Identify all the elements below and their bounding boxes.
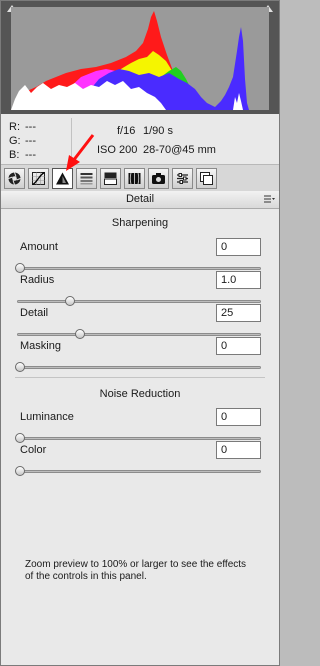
tone-curve-icon	[32, 171, 45, 186]
tab-camera-calibration[interactable]	[148, 168, 169, 189]
color-label: Color	[20, 444, 47, 456]
image-info: R: --- G: --- B: --- f/16 1/90 s ISO 200 28-7…	[1, 114, 279, 165]
tab-lens-corrections[interactable]	[124, 168, 145, 189]
tab-basic[interactable]	[4, 168, 25, 189]
panel-tabs	[1, 164, 279, 193]
tab-tone-curve[interactable]	[28, 168, 49, 189]
color-input[interactable]: 0	[216, 441, 261, 459]
masking-label: Masking	[20, 340, 61, 352]
annotation-arrow-icon	[66, 134, 95, 171]
detail-input[interactable]: 25	[216, 304, 261, 322]
camera-icon	[152, 173, 165, 184]
masking-slider-track[interactable]	[17, 366, 261, 369]
luminance-label: Luminance	[20, 411, 74, 423]
radius-slider-track[interactable]	[17, 300, 261, 303]
masking-control: Masking 0	[1, 337, 279, 379]
iso: ISO 200	[97, 144, 138, 156]
lens-corrections-icon	[128, 172, 141, 185]
detail-panel-window: R: --- G: --- B: --- f/16 1/90 s ISO 200 28-7…	[0, 0, 280, 666]
b-value: ---	[25, 149, 36, 161]
detail-triangle-icon	[56, 172, 69, 185]
radius-label: Radius	[20, 274, 55, 286]
amount-label: Amount	[20, 241, 58, 253]
presets-sliders-icon	[177, 173, 188, 184]
shutter-speed: 1/90 s	[143, 125, 173, 137]
b-label: B:	[9, 149, 20, 161]
noise-reduction-heading: Noise Reduction	[99, 388, 181, 400]
g-label: G:	[9, 135, 21, 147]
color-slider-track[interactable]	[17, 470, 261, 473]
amount-slider-track[interactable]	[17, 267, 261, 270]
panel-menu-icon[interactable]	[263, 195, 275, 204]
zoom-preview-note: Zoom preview to 100% or larger to see th…	[25, 559, 247, 582]
luminance-slider-track[interactable]	[17, 437, 261, 440]
masking-input[interactable]: 0	[216, 337, 261, 355]
aperture-icon	[8, 172, 21, 185]
tab-presets[interactable]	[172, 168, 193, 189]
aperture: f/16	[117, 125, 136, 137]
tab-snapshots[interactable]	[196, 168, 217, 189]
histogram-panel	[1, 1, 279, 114]
sharpening-heading: Sharpening	[111, 217, 169, 229]
detail-panel-content: Sharpening Amount 0 Radius 1.0 Detail 25…	[1, 209, 279, 665]
r-label: R:	[9, 121, 20, 133]
rgb-readout: R: --- G: --- B: ---	[9, 120, 67, 162]
masking-slider-thumb[interactable]	[15, 362, 25, 372]
panel-title-bar: Detail	[1, 191, 279, 209]
radius-input[interactable]: 1.0	[216, 271, 261, 289]
detail-label: Detail	[20, 307, 49, 319]
detail-slider-track[interactable]	[17, 333, 261, 336]
color-control: Color 0	[1, 441, 279, 483]
hsl-icon	[80, 173, 93, 185]
exif-info: f/16 1/90 s ISO 200 28-70@45 mm	[97, 122, 275, 160]
section-divider	[15, 377, 265, 378]
lens: 28-70@45 mm	[143, 144, 216, 156]
snapshots-icon	[200, 172, 213, 185]
split-toning-icon	[104, 172, 117, 185]
luminance-input[interactable]: 0	[216, 408, 261, 426]
panel-title: Detail	[125, 193, 155, 205]
r-value: ---	[25, 121, 36, 133]
histogram-graph	[11, 11, 249, 110]
histogram	[11, 7, 269, 110]
g-value: ---	[25, 135, 36, 147]
tab-split-toning[interactable]	[100, 168, 121, 189]
color-slider-thumb[interactable]	[15, 466, 25, 476]
amount-input[interactable]: 0	[216, 238, 261, 256]
